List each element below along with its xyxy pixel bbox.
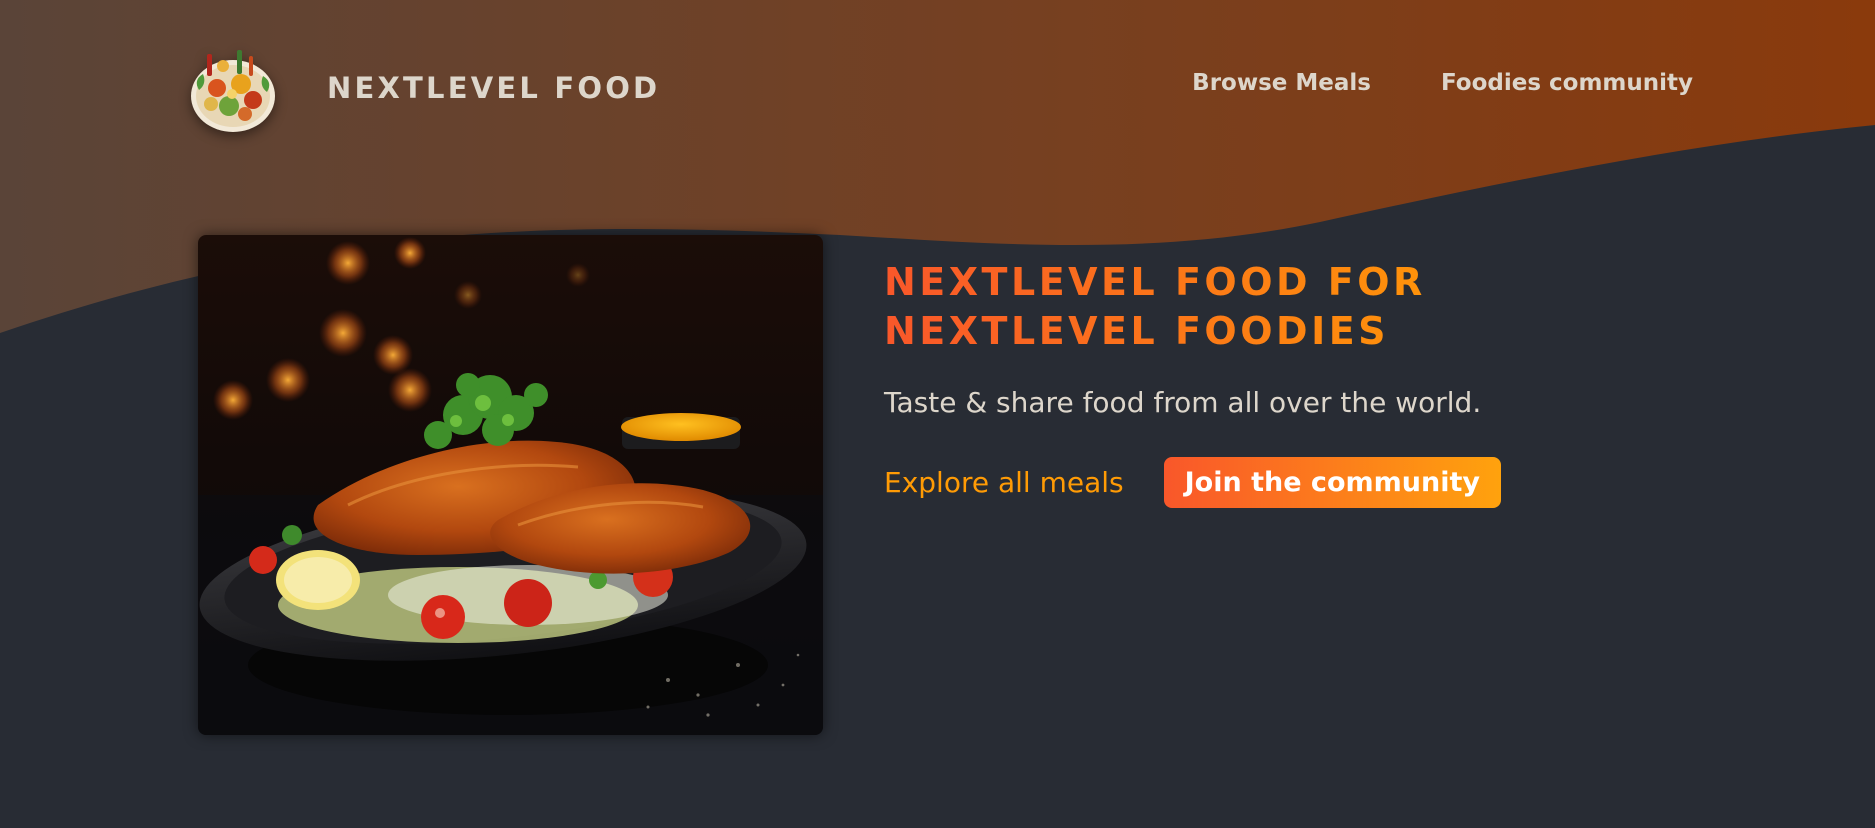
hero-title: NextLevel Food for NextLevel Foodies — [884, 258, 1504, 356]
main-nav: Browse Meals Foodies community — [1192, 70, 1693, 96]
join-community-button[interactable]: Join the community — [1163, 457, 1501, 508]
hero-image — [198, 235, 823, 735]
logo-text: NextLevel Food — [327, 71, 661, 105]
schnitzel-plate-image — [198, 235, 823, 735]
main-header: NextLevel Food Browse Meals Foodies comm… — [0, 0, 1875, 170]
hero-cta-group: Explore all meals Join the community — [884, 457, 1684, 508]
hero-subtitle: Taste & share food from all over the wor… — [884, 386, 1482, 419]
hero-section: NextLevel Food for NextLevel Foodies Tas… — [884, 258, 1684, 508]
logo-link[interactable]: NextLevel Food — [185, 40, 660, 136]
nav-browse-meals[interactable]: Browse Meals — [1192, 70, 1371, 96]
food-plate-icon — [191, 50, 275, 132]
nav-foodies-community[interactable]: Foodies community — [1441, 70, 1693, 96]
explore-meals-link[interactable]: Explore all meals — [884, 466, 1124, 499]
